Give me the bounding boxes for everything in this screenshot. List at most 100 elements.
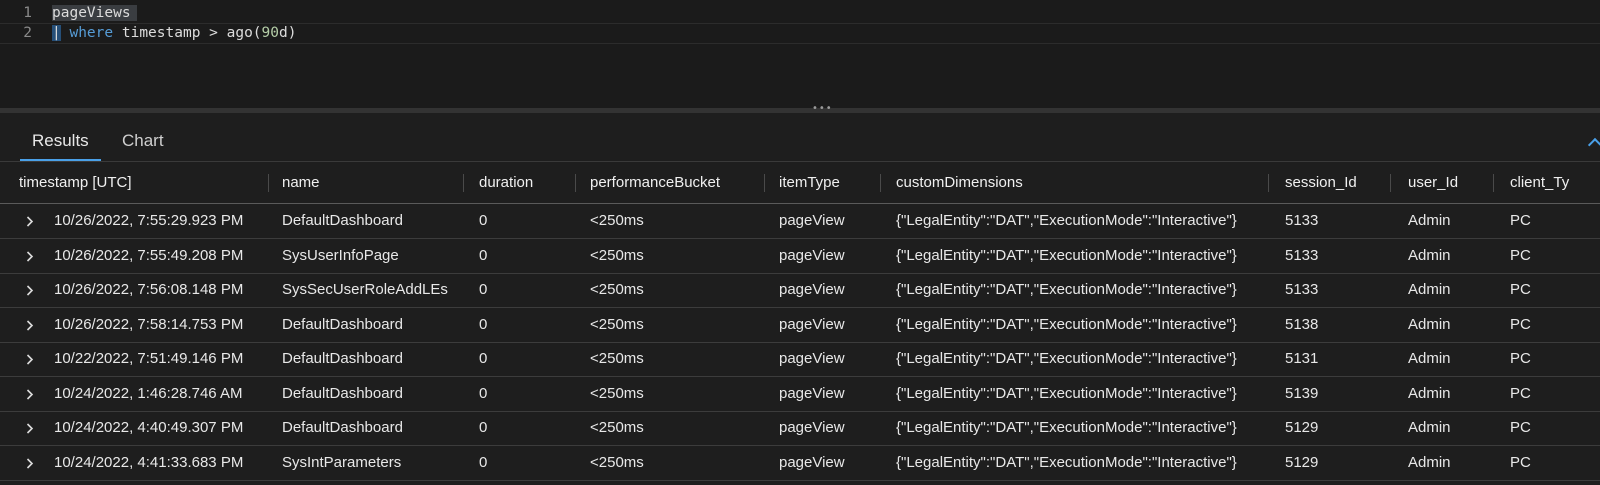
col-performance-bucket-cell: <250ms: [590, 246, 644, 264]
col-performance-bucket-cell: <250ms: [590, 350, 644, 367]
table-row[interactable]: 10/26/2022, 7:55:49.208 PM SysUserInfoPag…: [0, 239, 1600, 274]
col-duration-cell: 0: [479, 384, 488, 402]
table-row[interactable]: 10/24/2022, 4:41:33.683 PM SysIntParamete…: [0, 446, 1600, 481]
col-timestamp-cell: 10/26/2022, 7:56:08.148 PM: [54, 281, 244, 298]
col-duration-cell: 0: [479, 419, 488, 436]
col-client-type-cell: PC: [1510, 453, 1531, 471]
col-custom-dimensions-header[interactable]: customDimensions: [896, 162, 1023, 203]
column-resize-handle[interactable]: [268, 174, 269, 192]
col-client-type-cell: PC: [1510, 315, 1531, 333]
col-name-cell: DefaultDashboard: [282, 419, 403, 436]
line-number: 1: [23, 5, 32, 21]
col-user-id-cell: Admin: [1408, 453, 1451, 471]
chevron-right-icon[interactable]: [24, 273, 38, 307]
col-custom-dimensions-cell: {"LegalEntity":"DAT","ExecutionMode":"In…: [896, 212, 1237, 229]
col-timestamp-cell: 10/22/2022, 7:51:49.146 PM: [54, 350, 244, 367]
column-resize-handle[interactable]: [1268, 174, 1269, 192]
col-custom-dimensions-cell: {"LegalEntity":"DAT","ExecutionMode":"In…: [896, 419, 1237, 436]
chevron-right-icon[interactable]: [24, 342, 38, 376]
col-item-type-cell: pageView: [779, 281, 845, 298]
col-session-id-cell: 5139: [1285, 384, 1319, 402]
table-row[interactable]: 10/26/2022, 7:55:29.923 PM DefaultDashboa…: [0, 204, 1600, 239]
col-custom-dimensions-cell: {"LegalEntity":"DAT","ExecutionMode":"In…: [896, 350, 1237, 367]
col-performance-bucket-header[interactable]: performanceBucket: [590, 162, 720, 203]
col-performance-bucket-cell: <250ms: [590, 453, 644, 471]
col-name-cell: DefaultDashboard: [282, 384, 403, 402]
col-session-id-cell: 5133: [1285, 212, 1319, 229]
results-tabs: Results Chart: [0, 113, 1600, 162]
code-line-2[interactable]: 2 | where timestamp > ago(90d): [0, 23, 1600, 44]
col-user-id-cell: Admin: [1408, 350, 1451, 367]
col-user-id-cell: Admin: [1408, 281, 1451, 298]
table-row[interactable]: 10/26/2022, 7:56:08.148 PM SysSecUserRole…: [0, 273, 1600, 308]
chevron-right-icon[interactable]: [24, 308, 38, 342]
tab-results[interactable]: Results: [20, 131, 101, 161]
col-name-cell: DefaultDashboard: [282, 315, 403, 333]
chevron-right-icon[interactable]: [24, 239, 38, 273]
code-token-unit: d: [279, 25, 288, 41]
col-item-type-cell: pageView: [779, 419, 845, 436]
col-name-cell: DefaultDashboard: [282, 212, 403, 229]
col-session-id-cell: 5129: [1285, 419, 1319, 436]
col-client-type-cell: PC: [1510, 384, 1531, 402]
line-number: 2: [23, 25, 32, 41]
code-line-1[interactable]: 1 pageViews: [0, 4, 1600, 23]
chevron-right-icon[interactable]: [24, 377, 38, 411]
col-client-type-cell: PC: [1510, 246, 1531, 264]
col-duration-cell: 0: [479, 315, 488, 333]
col-performance-bucket-cell: <250ms: [590, 384, 644, 402]
code-token-keyword: where: [69, 25, 114, 41]
table-row[interactable]: 10/22/2022, 7:51:49.146 PM DefaultDashboa…: [0, 342, 1600, 377]
col-name-header[interactable]: name: [282, 162, 320, 203]
column-resize-handle[interactable]: [1390, 174, 1391, 192]
col-duration-cell: 0: [479, 212, 488, 229]
col-duration-cell: 0: [479, 350, 488, 367]
tab-chart[interactable]: Chart: [110, 131, 176, 159]
col-user-id-header[interactable]: user_Id: [1408, 162, 1458, 203]
col-session-id-cell: 5138: [1285, 315, 1319, 333]
col-client-type-cell: PC: [1510, 419, 1531, 436]
col-session-id-header[interactable]: session_Id: [1285, 162, 1357, 203]
col-name-cell: SysIntParameters: [282, 453, 402, 471]
col-duration-cell: 0: [479, 281, 488, 298]
table-row[interactable]: 10/26/2022, 7:58:14.753 PM DefaultDashboa…: [0, 308, 1600, 343]
col-client-type-header[interactable]: client_Ty: [1510, 162, 1569, 203]
col-user-id-cell: Admin: [1408, 246, 1451, 264]
col-name-cell: DefaultDashboard: [282, 350, 403, 367]
col-user-id-cell: Admin: [1408, 419, 1451, 436]
column-resize-handle[interactable]: [764, 174, 765, 192]
col-performance-bucket-cell: <250ms: [590, 419, 644, 436]
column-resize-handle[interactable]: [1493, 174, 1494, 192]
chevron-right-icon[interactable]: [24, 446, 38, 480]
col-timestamp-header[interactable]: timestamp [UTC]: [19, 162, 132, 203]
col-timestamp-cell: 10/24/2022, 4:40:49.307 PM: [54, 419, 244, 436]
col-item-type-cell: pageView: [779, 453, 845, 471]
code-token-expression: timestamp > ago(: [113, 25, 262, 41]
code-token-table: pageViews: [52, 5, 137, 21]
col-name-cell: SysSecUserRoleAddLEs: [282, 281, 448, 298]
col-name-cell: SysUserInfoPage: [282, 246, 399, 264]
chevron-right-icon[interactable]: [24, 204, 38, 238]
chevron-right-icon[interactable]: [24, 411, 38, 445]
table-row[interactable]: 10/24/2022, 4:40:49.307 PM DefaultDashboa…: [0, 411, 1600, 446]
code-token-pipe: |: [52, 25, 61, 41]
col-session-id-cell: 5133: [1285, 281, 1319, 298]
col-performance-bucket-cell: <250ms: [590, 315, 644, 333]
column-resize-handle[interactable]: [463, 174, 464, 192]
column-resize-handle[interactable]: [880, 174, 881, 192]
col-client-type-cell: PC: [1510, 350, 1531, 367]
col-user-id-cell: Admin: [1408, 384, 1451, 402]
col-user-id-cell: Admin: [1408, 212, 1451, 229]
query-editor[interactable]: 1 pageViews 2 | where timestamp > ago(90…: [0, 0, 1600, 110]
table-row[interactable]: 10/24/2022, 1:46:28.746 AM DefaultDashboa…: [0, 377, 1600, 412]
col-item-type-header[interactable]: itemType: [779, 162, 840, 203]
col-session-id-cell: 5133: [1285, 246, 1319, 264]
col-timestamp-cell: 10/26/2022, 7:55:29.923 PM: [54, 212, 244, 229]
col-custom-dimensions-cell: {"LegalEntity":"DAT","ExecutionMode":"In…: [896, 453, 1237, 471]
col-item-type-cell: pageView: [779, 315, 845, 333]
col-item-type-cell: pageView: [779, 350, 845, 367]
col-user-id-cell: Admin: [1408, 315, 1451, 333]
col-duration-header[interactable]: duration: [479, 162, 533, 203]
col-duration-cell: 0: [479, 246, 488, 264]
column-resize-handle[interactable]: [575, 174, 576, 192]
